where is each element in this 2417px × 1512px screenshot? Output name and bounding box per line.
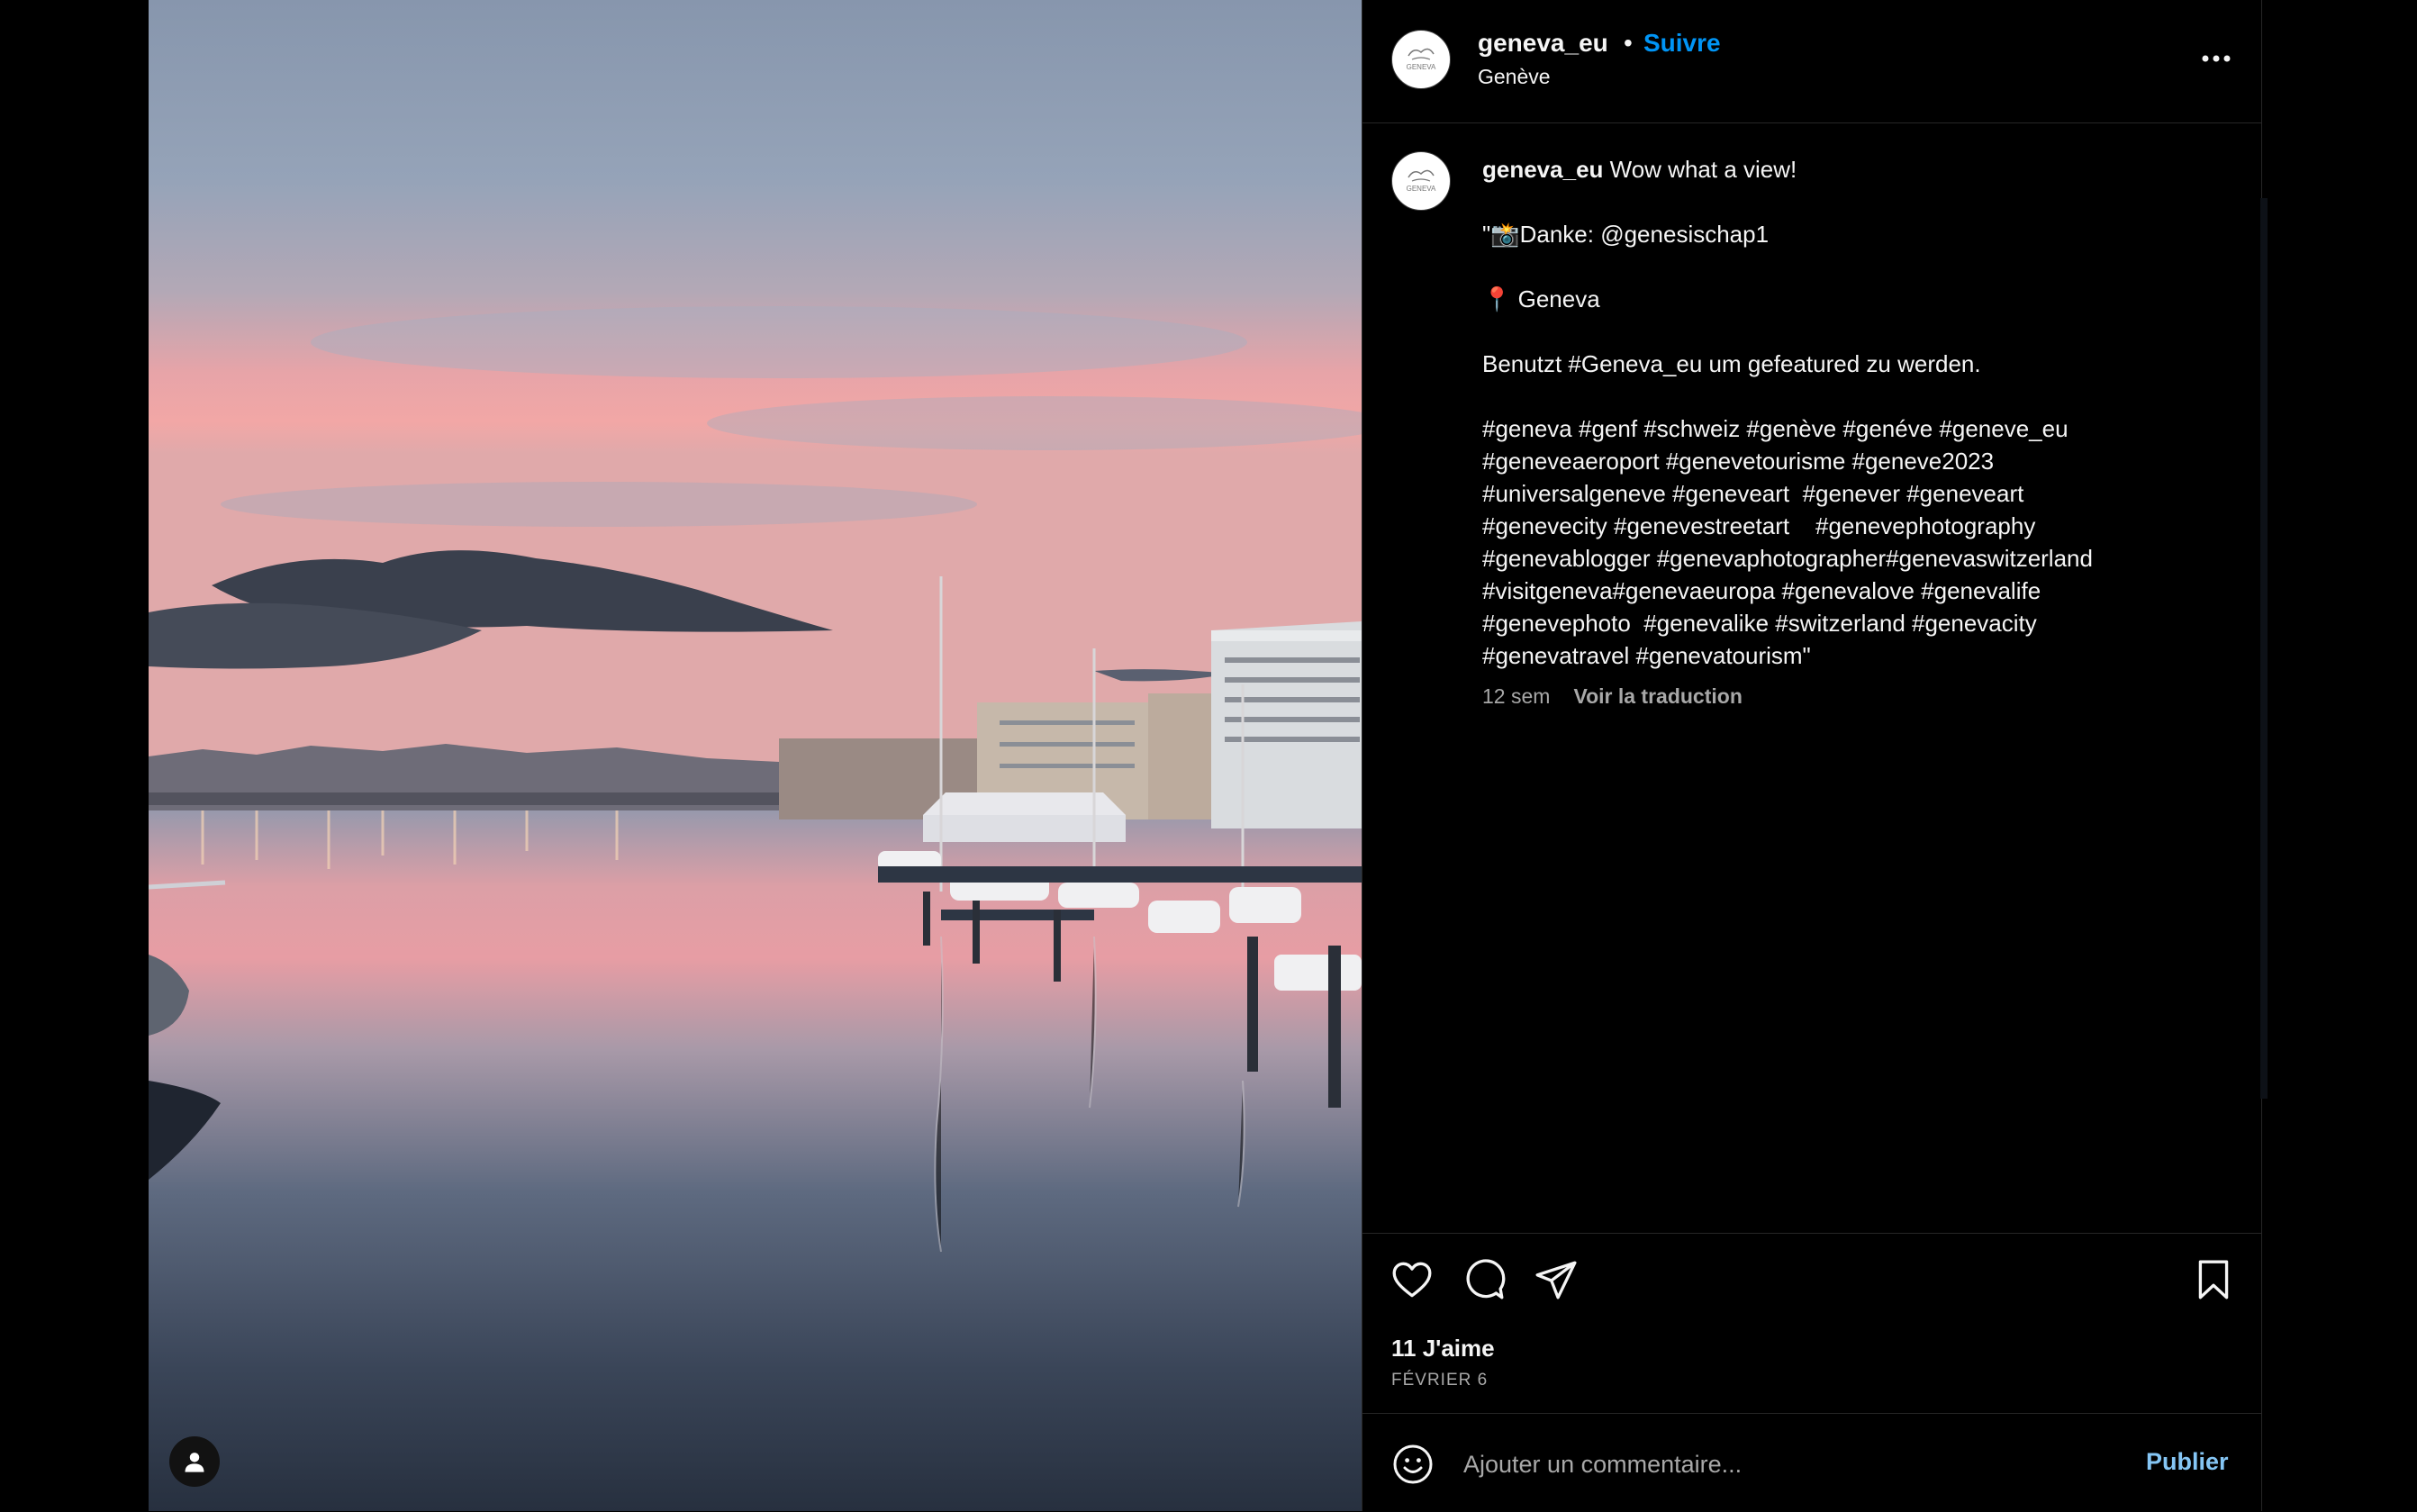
publish-button[interactable]: Publier (2146, 1448, 2229, 1476)
geneva-harbour-sunset-image (149, 0, 1362, 1511)
comment-button[interactable] (1462, 1257, 1507, 1302)
caption-username[interactable]: geneva_eu (1482, 156, 1603, 183)
caption-first-line: geneva_eu Wow what a view! (1482, 153, 2221, 186)
like-button[interactable] (1390, 1257, 1435, 1302)
more-options-button[interactable] (2196, 45, 2236, 72)
avatar-text: GENEVA (1407, 185, 1436, 193)
hashtag-line[interactable]: #geneveaeroport #genevetourisme #geneve2… (1482, 445, 2221, 477)
caption-line: "📸Danke: @genesischap1 (1482, 221, 1770, 248)
share-button[interactable] (1534, 1257, 1579, 1302)
post-details-panel: GENEVA geneva_eu • Suivre Genève GENEVA … (1362, 0, 2262, 1511)
caption-title: Wow what a view! (1609, 156, 1797, 183)
comment-bar: Publier (1362, 1413, 2261, 1512)
heart-icon (1392, 1262, 1432, 1298)
author-avatar[interactable]: GENEVA (1391, 30, 1451, 89)
geneva-logo-icon: GENEVA (1407, 169, 1436, 193)
hashtag-line[interactable]: #genevablogger #genevaphotographer#genev… (1482, 542, 2221, 575)
hashtag-line[interactable]: #genevatravel #genevatourism" (1482, 639, 2221, 672)
post-header: GENEVA geneva_eu • Suivre Genève (1362, 0, 2261, 123)
save-button[interactable] (2191, 1257, 2236, 1302)
user-icon (185, 1453, 204, 1472)
post-photo[interactable] (149, 0, 1362, 1511)
like-count[interactable]: 11 J'aime (1391, 1335, 1495, 1363)
hashtag-line[interactable]: #visitgeneva#genevaeuropa #genevalove #g… (1482, 575, 2221, 607)
hashtag-line[interactable]: #geneva #genf #schweiz #genève #genéve #… (1482, 412, 2221, 445)
follow-button[interactable]: Suivre (1643, 29, 1721, 58)
page-edge (2260, 198, 2268, 1099)
post-age: 12 sem (1482, 684, 1551, 708)
more-horizontal-icon (2202, 55, 2231, 62)
caption-meta: 12 sem Voir la traduction (1482, 684, 1743, 709)
hashtag-line[interactable]: #genevecity #genevestreetart #genevephot… (1482, 510, 2221, 542)
comment-input[interactable] (1462, 1441, 2096, 1488)
author-username[interactable]: geneva_eu (1478, 29, 1608, 58)
post-location[interactable]: Genève (1478, 65, 1551, 89)
bookmark-icon (2198, 1260, 2229, 1299)
see-translation-button[interactable]: Voir la traduction (1573, 684, 1742, 708)
emoji-button[interactable] (1391, 1443, 1435, 1486)
user-tags-button[interactable] (169, 1436, 220, 1487)
emoji-icon (1393, 1444, 1433, 1484)
caption-line: Benutzt #Geneva_eu um gefeatured zu werd… (1482, 350, 1981, 377)
post-actions: 11 J'aime FÉVRIER 6 (1362, 1233, 2261, 1414)
post-date: FÉVRIER 6 (1391, 1371, 1489, 1390)
hashtag-line[interactable]: #genevephoto #genevalike #switzerland #g… (1482, 607, 2221, 639)
avatar-text: GENEVA (1407, 63, 1436, 71)
comment-icon (1466, 1259, 1506, 1299)
geneva-logo-icon: GENEVA (1407, 48, 1436, 71)
caption-line: 📍 Geneva (1482, 285, 1600, 312)
caption-author-avatar[interactable]: GENEVA (1391, 151, 1451, 211)
separator-dot: • (1624, 29, 1633, 57)
hashtag-line[interactable]: #universalgeneve #geneveart #genever #ge… (1482, 477, 2221, 510)
post-caption: geneva_eu Wow what a view! "📸Danke: @gen… (1482, 153, 2221, 672)
paper-plane-icon (1535, 1261, 1577, 1299)
